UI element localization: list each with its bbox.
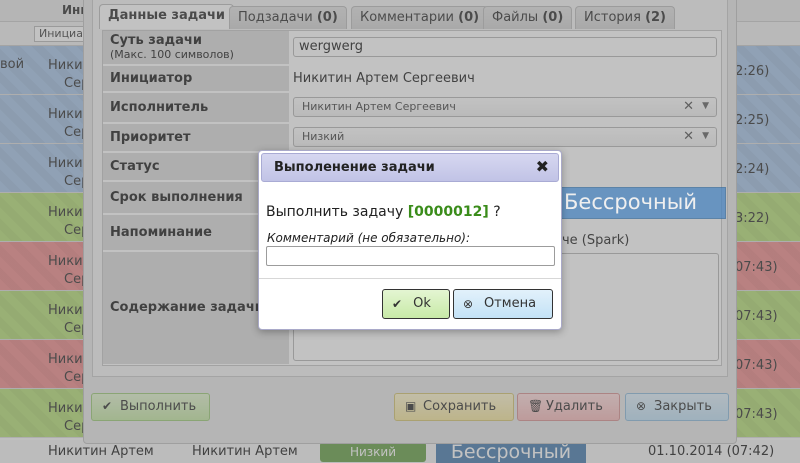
task-number: [0000012] xyxy=(407,204,489,220)
comment-label: Комментарий (не обязательно): xyxy=(267,231,471,245)
reminder-value: че (Spark) xyxy=(562,233,630,248)
close-icon[interactable]: ✖ xyxy=(536,157,549,176)
confirm-question: Выполнить задачу [0000012] ? xyxy=(266,204,501,220)
check-icon: ✔ xyxy=(392,297,403,311)
complete-task-modal: Выполенение задачи ✖ Выполнить задачу [0… xyxy=(258,150,562,330)
ok-button[interactable]: ✔ Ok xyxy=(382,289,450,319)
cancel-circle-icon: ⊗ xyxy=(463,297,474,311)
deadline-value: Бессрочный xyxy=(555,187,726,219)
comment-input[interactable] xyxy=(266,246,555,266)
modal-header: Выполенение задачи ✖ xyxy=(261,153,559,182)
modal-title: Выполенение задачи xyxy=(274,160,435,175)
divider xyxy=(259,278,561,279)
cancel-button[interactable]: ⊗ Отмена xyxy=(453,289,553,319)
